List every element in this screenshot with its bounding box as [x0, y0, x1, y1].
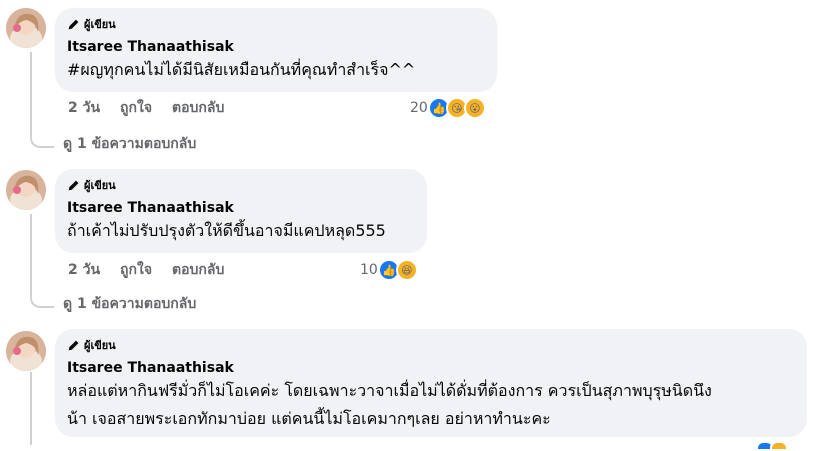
- thread-line-3: [30, 372, 32, 445]
- thread-line-2: [30, 214, 32, 298]
- reaction-count: 10: [360, 262, 378, 278]
- view-replies-link[interactable]: ดู 1 ข้อความตอบกลับ: [63, 134, 196, 154]
- avatar[interactable]: [6, 8, 46, 48]
- comment-text-line-2: น้า เจอสายพระเอกทักมาบ่อย แต่คนนี้ไม่โอเ…: [67, 409, 551, 428]
- pencil-icon: [68, 340, 79, 350]
- comment-bubble: ผู้เขียน Itsaree Thanaathisak ถ้าเค้าไม่…: [55, 169, 427, 253]
- emoji-face-icon: [770, 441, 788, 451]
- reply-button[interactable]: ตอบกลับ: [172, 259, 224, 281]
- reply-button[interactable]: ตอบกลับ: [172, 97, 224, 119]
- comment-bubble: ผู้เขียน Itsaree Thanaathisak หล่อแต่หาก…: [55, 329, 807, 437]
- avatar[interactable]: [6, 170, 46, 210]
- comment-timestamp[interactable]: 2 วัน: [68, 97, 100, 119]
- avatar-photo: [6, 8, 46, 48]
- comment-text: #ผญทุกคนไม่ได้มีนิสัยเหมือนกันที่คุณทำสำ…: [67, 60, 416, 79]
- comment-text: ถ้าเค้าไม่ปรับปรุงตัวให้ดีขึ้นอาจมีแคปหล…: [67, 221, 386, 240]
- author-badge: ผู้เขียน: [67, 337, 795, 353]
- comment-author[interactable]: Itsaree Thanaathisak: [67, 359, 795, 377]
- comment-actions: 2 วัน ถูกใจ ตอบกลับ: [68, 260, 224, 280]
- thread-line-1: [30, 52, 32, 138]
- comment-bubble: ผู้เขียน Itsaree Thanaathisak #ผญทุกคนไม…: [55, 8, 497, 92]
- reaction-summary[interactable]: 10 👍 😆: [360, 259, 418, 281]
- comment-actions: 2 วัน ถูกใจ ตอบกลับ: [68, 98, 224, 118]
- haha-face-icon: 😆: [395, 259, 418, 281]
- author-badge: ผู้เขียน: [67, 16, 485, 32]
- reply-connector-2: [30, 296, 54, 308]
- avatar-photo: [6, 170, 46, 210]
- pencil-icon: [68, 180, 79, 190]
- author-badge-label: ผู้เขียน: [84, 18, 116, 31]
- author-badge: ผู้เขียน: [67, 177, 415, 193]
- reply-connector-1: [30, 136, 54, 148]
- reaction-summary-partial: [756, 441, 788, 451]
- like-button[interactable]: ถูกใจ: [120, 259, 152, 281]
- avatar[interactable]: [6, 331, 46, 371]
- like-button[interactable]: ถูกใจ: [120, 97, 152, 119]
- comment-timestamp[interactable]: 2 วัน: [68, 259, 100, 281]
- comment-text-line-1: หล่อแต่หากินฟรีมั่วก็ไม่โอเคค่ะ โดยเฉพาะ…: [67, 381, 712, 400]
- wow-face-icon: 😮: [463, 97, 486, 119]
- avatar-photo: [6, 331, 46, 371]
- pencil-icon: [68, 19, 79, 29]
- comment-author[interactable]: Itsaree Thanaathisak: [67, 199, 415, 217]
- author-badge-label: ผู้เขียน: [84, 339, 116, 352]
- comment-author[interactable]: Itsaree Thanaathisak: [67, 38, 485, 56]
- author-badge-label: ผู้เขียน: [84, 179, 116, 192]
- reaction-summary[interactable]: 20 👍 😘 😮: [410, 97, 486, 119]
- reaction-count: 20: [410, 100, 428, 116]
- view-replies-link[interactable]: ดู 1 ข้อความตอบกลับ: [63, 294, 196, 314]
